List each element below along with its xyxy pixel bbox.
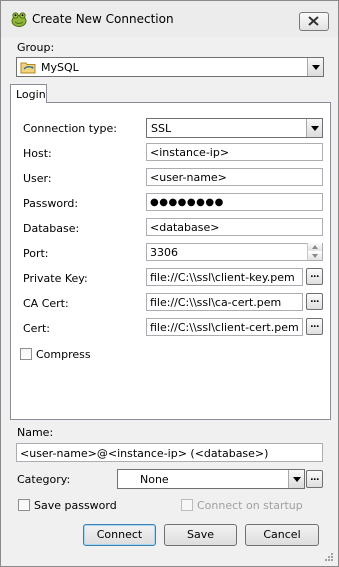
connection-type-select[interactable]: SSL [146, 118, 323, 138]
name-label: Name: [17, 426, 54, 439]
chevron-down-icon [312, 254, 318, 258]
chevron-down-icon [311, 126, 319, 131]
compress-checkbox[interactable] [20, 348, 32, 360]
name-input[interactable]: <user-name>@<instance-ip> (<database>) [16, 443, 323, 462]
cert-input[interactable]: file://C:\\ssl\client-cert.pem [146, 318, 303, 336]
close-button[interactable] [299, 12, 329, 31]
chevron-up-icon [312, 245, 318, 249]
category-dropdown-button[interactable] [288, 470, 304, 488]
category-more-button[interactable]: ... [306, 470, 323, 488]
chevron-down-icon [312, 65, 320, 70]
cert-label: Cert: [23, 322, 50, 335]
resize-grip-icon[interactable] [324, 552, 334, 562]
connection-type-dropdown-button[interactable] [306, 119, 322, 137]
group-dropdown-button[interactable] [307, 58, 323, 76]
tab-login[interactable]: Login [10, 84, 47, 103]
compress-label[interactable]: Compress [36, 348, 91, 361]
database-label: Database: [23, 222, 80, 235]
host-input[interactable]: <instance-ip> [146, 143, 323, 161]
connect-on-startup-label: Connect on startup [197, 499, 303, 512]
connect-on-startup-checkbox[interactable] [181, 499, 193, 511]
host-label: Host: [23, 147, 52, 160]
user-input[interactable]: <user-name> [146, 168, 323, 186]
connect-button[interactable]: Connect [83, 524, 156, 546]
category-select[interactable]: None [117, 469, 305, 489]
cancel-button[interactable]: Cancel [245, 524, 319, 546]
port-stepper[interactable] [307, 243, 322, 261]
port-input[interactable]: 3306 [146, 243, 323, 261]
password-input[interactable]: ●●●●●●●● [146, 193, 323, 211]
group-select[interactable]: MySQL [16, 57, 324, 77]
cert-browse-button[interactable]: ... [306, 318, 323, 335]
category-value: None [140, 473, 169, 486]
ca-cert-label: CA Cert: [23, 297, 69, 310]
close-icon [308, 16, 319, 26]
chevron-down-icon [293, 477, 301, 482]
database-input[interactable]: <database> [146, 218, 323, 236]
port-label: Port: [23, 247, 49, 260]
private-key-label: Private Key: [23, 272, 88, 285]
save-password-label[interactable]: Save password [34, 499, 117, 512]
private-key-input[interactable]: file://C:\\ssl\client-key.pem [146, 268, 303, 286]
private-key-browse-button[interactable]: ... [306, 268, 323, 285]
password-label: Password: [23, 197, 79, 210]
create-connection-dialog: Create New Connection Group: MySQL Login… [0, 0, 339, 567]
ca-cert-browse-button[interactable]: ... [306, 293, 323, 310]
save-button[interactable]: Save [164, 524, 237, 546]
port-decrement-button[interactable] [308, 252, 322, 260]
toad-frog-icon [10, 10, 28, 28]
group-value: MySQL [41, 61, 79, 74]
title-bar[interactable]: Create New Connection [1, 1, 338, 37]
save-password-checkbox[interactable] [18, 499, 30, 511]
user-label: User: [23, 172, 52, 185]
connection-type-label: Connection type: [23, 122, 118, 135]
window-title: Create New Connection [32, 12, 174, 26]
connection-type-value: SSL [151, 122, 172, 135]
mysql-folder-icon [20, 60, 38, 77]
port-increment-button[interactable] [308, 243, 322, 251]
group-label: Group: [17, 41, 55, 54]
ca-cert-input[interactable]: file://C:\\ssl\ca-cert.pem [146, 293, 303, 311]
category-label: Category: [17, 473, 71, 486]
